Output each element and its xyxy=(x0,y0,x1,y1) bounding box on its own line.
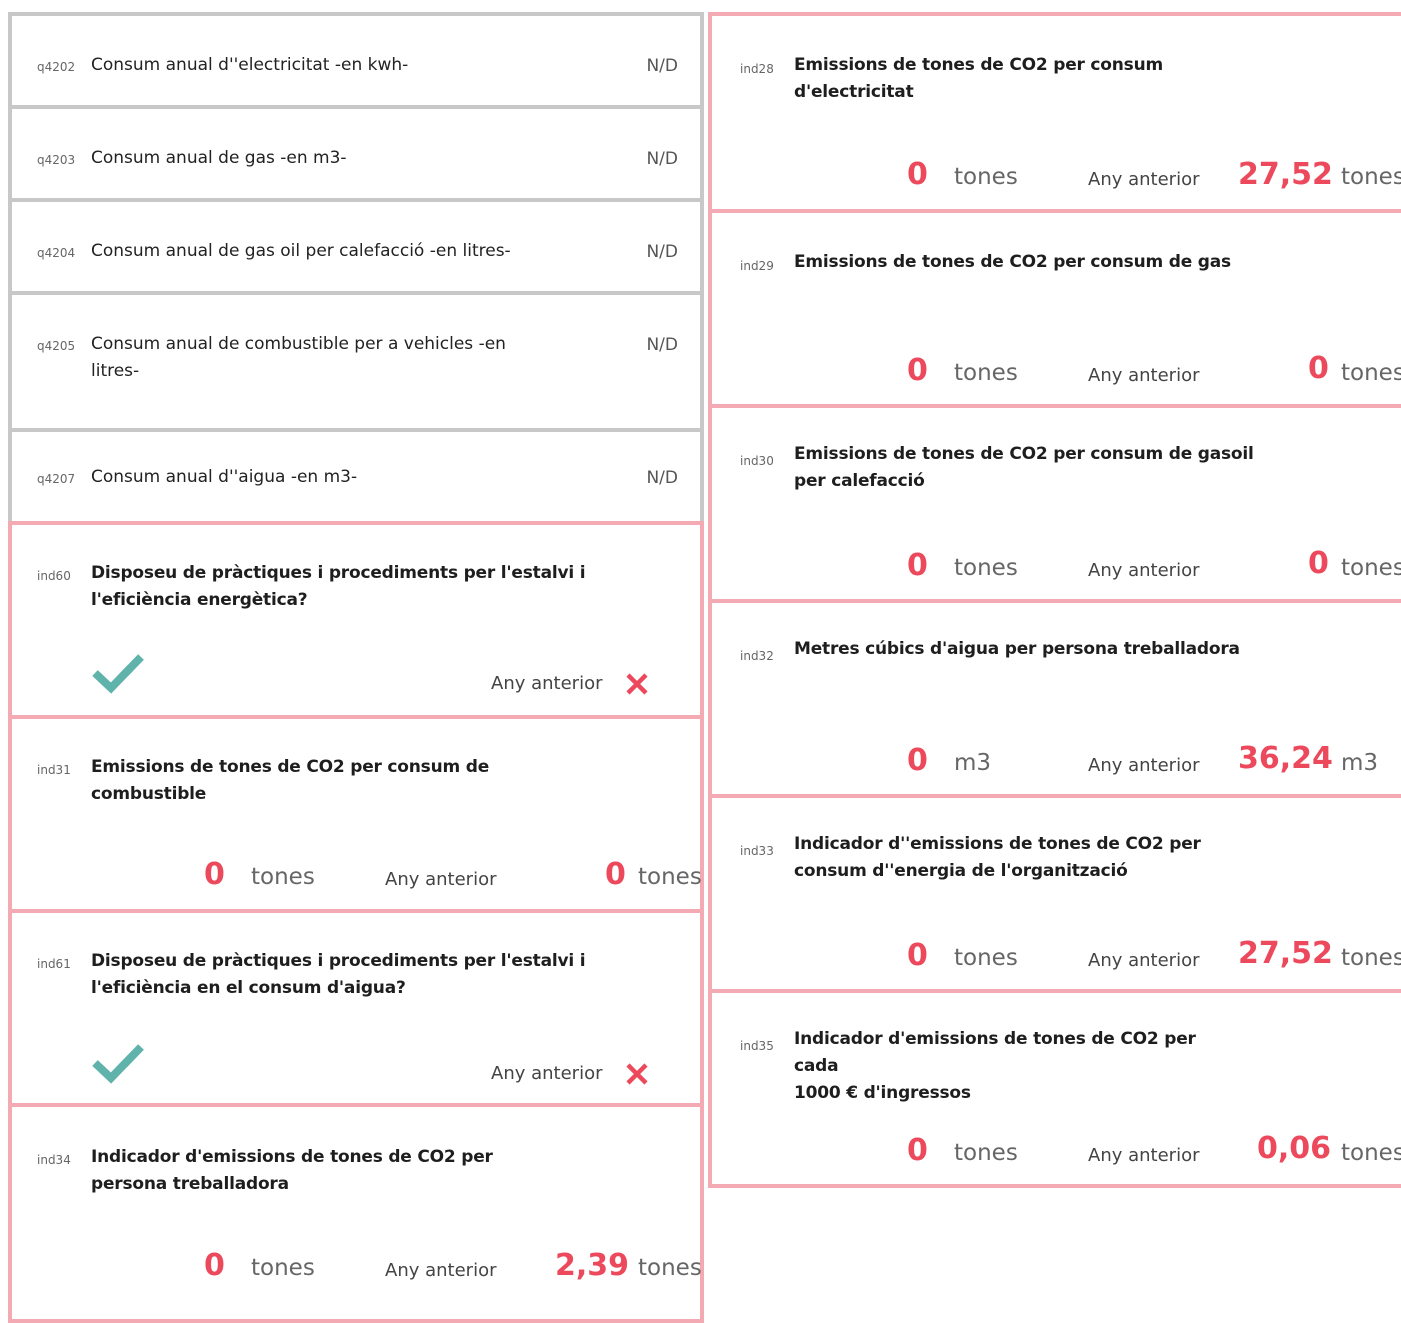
previous-year-label: Any anterior xyxy=(1088,560,1200,581)
current-unit: tones xyxy=(954,945,1018,971)
question-code: q4202 xyxy=(37,60,76,74)
previous-unit: tones xyxy=(1341,360,1401,386)
indicator-code: ind34 xyxy=(37,1153,71,1167)
previous-year-label: Any anterior xyxy=(1088,365,1200,386)
previous-year-label: Any anterior xyxy=(1088,1145,1200,1166)
question-card-q4205: q4205 Consum anual de combustible per a … xyxy=(8,291,704,432)
previous-value: 36,24 xyxy=(1238,741,1333,776)
question-label: Consum anual de combustible per a vehicl… xyxy=(91,334,506,354)
question-label: Consum anual de gas oil per calefacció -… xyxy=(91,241,511,261)
previous-value: 2,39 xyxy=(555,1248,630,1283)
previous-year-label: Any anterior xyxy=(385,869,497,890)
current-value: 0 xyxy=(907,548,928,583)
x-icon xyxy=(625,1062,649,1090)
current-value: 0 xyxy=(907,743,928,778)
indicator-code: ind33 xyxy=(740,844,774,858)
question-label-line2: litres- xyxy=(91,361,140,381)
current-unit: m3 xyxy=(954,750,992,776)
previous-value: 27,52 xyxy=(1238,936,1333,971)
previous-unit: tones xyxy=(1341,555,1401,581)
indicator-title: Disposeu de pràctiques i procediments pe… xyxy=(91,563,586,610)
indicator-card-ind30: ind30 Emissions de tones de CO2 per cons… xyxy=(708,404,1401,603)
indicator-card-ind31: ind31 Emissions de tones de CO2 per cons… xyxy=(8,715,704,913)
current-unit: tones xyxy=(954,164,1018,190)
previous-unit: tones xyxy=(1341,945,1401,971)
question-code: q4205 xyxy=(37,339,76,353)
check-icon xyxy=(90,1041,146,1089)
current-unit: tones xyxy=(954,555,1018,581)
question-code: q4203 xyxy=(37,153,76,167)
x-icon xyxy=(625,672,649,700)
indicator-code: ind35 xyxy=(740,1039,774,1053)
previous-value: 0 xyxy=(1308,546,1329,581)
previous-year-label: Any anterior xyxy=(1088,950,1200,971)
question-value: N/D xyxy=(646,149,678,169)
question-label: Consum anual de gas -en m3- xyxy=(91,148,347,168)
previous-unit: m3 xyxy=(1341,750,1379,776)
previous-unit: tones xyxy=(1341,1140,1401,1166)
indicator-title: Emissions de tones de CO2 per consum de … xyxy=(794,252,1231,272)
indicator-card-ind28: ind28 Emissions de tones de CO2 per cons… xyxy=(708,12,1401,213)
question-value: N/D xyxy=(646,335,678,355)
indicator-card-ind29: ind29 Emissions de tones de CO2 per cons… xyxy=(708,209,1401,408)
previous-year-label: Any anterior xyxy=(1088,755,1200,776)
current-unit: tones xyxy=(251,864,315,890)
indicator-title: Emissions de tones de CO2 per consum de … xyxy=(794,444,1254,491)
indicator-card-ind60: ind60 Disposeu de pràctiques i procedime… xyxy=(8,521,704,719)
current-unit: tones xyxy=(251,1255,315,1281)
indicator-card-ind33: ind33 Indicador d''emissions de tones de… xyxy=(708,794,1401,993)
indicator-card-ind35: ind35 Indicador d'emissions de tones de … xyxy=(708,989,1401,1188)
indicator-card-ind34: ind34 Indicador d'emissions de tones de … xyxy=(8,1103,704,1323)
question-code: q4204 xyxy=(37,246,76,260)
current-value: 0 xyxy=(204,1248,225,1283)
previous-unit: tones xyxy=(638,1255,702,1281)
indicator-title: Metres cúbics d'aigua per persona trebal… xyxy=(794,639,1240,659)
previous-value: 0 xyxy=(1308,351,1329,386)
current-unit: tones xyxy=(954,360,1018,386)
indicator-code: ind31 xyxy=(37,763,71,777)
check-icon xyxy=(90,651,146,699)
question-value: N/D xyxy=(646,242,678,262)
current-value: 0 xyxy=(907,353,928,388)
indicator-code: ind61 xyxy=(37,957,71,971)
question-card-q4207: q4207 Consum anual d''aigua -en m3- N/D xyxy=(8,428,704,525)
indicator-title: Indicador d'emissions de tones de CO2 pe… xyxy=(91,1147,493,1194)
indicator-code: ind60 xyxy=(37,569,71,583)
current-value: 0 xyxy=(907,1133,928,1168)
question-card-q4204: q4204 Consum anual de gas oil per calefa… xyxy=(8,198,704,295)
question-value: N/D xyxy=(646,56,678,76)
previous-unit: tones xyxy=(1341,164,1401,190)
current-value: 0 xyxy=(204,857,225,892)
indicator-card-ind61: ind61 Disposeu de pràctiques i procedime… xyxy=(8,909,704,1107)
previous-value: 0 xyxy=(605,857,626,892)
previous-year-label: Any anterior xyxy=(491,1063,603,1084)
previous-value: 27,52 xyxy=(1238,157,1333,192)
current-value: 0 xyxy=(907,938,928,973)
previous-year-label: Any anterior xyxy=(385,1260,497,1281)
indicator-title: Disposeu de pràctiques i procediments pe… xyxy=(91,951,586,998)
current-unit: tones xyxy=(954,1140,1018,1166)
previous-unit: tones xyxy=(638,864,702,890)
indicator-title: Emissions de tones de CO2 per consum de … xyxy=(91,757,490,804)
question-label: Consum anual d''aigua -en m3- xyxy=(91,467,358,487)
indicator-title: Indicador d'emissions de tones de CO2 pe… xyxy=(794,1029,1196,1103)
current-value: 0 xyxy=(907,157,928,192)
question-code: q4207 xyxy=(37,472,76,486)
previous-value: 0,06 xyxy=(1257,1131,1332,1166)
indicator-code: ind32 xyxy=(740,649,774,663)
indicator-code: ind29 xyxy=(740,259,774,273)
previous-year-label: Any anterior xyxy=(491,673,603,694)
question-value: N/D xyxy=(646,468,678,488)
indicator-title: Emissions de tones de CO2 per consum d'e… xyxy=(794,55,1164,102)
question-card-q4203: q4203 Consum anual de gas -en m3- N/D xyxy=(8,105,704,202)
indicator-card-ind32: ind32 Metres cúbics d'aigua per persona … xyxy=(708,599,1401,798)
indicator-title: Indicador d''emissions de tones de CO2 p… xyxy=(794,834,1201,881)
question-card-q4202: q4202 Consum anual d''electricitat -en k… xyxy=(8,12,704,109)
indicator-code: ind30 xyxy=(740,454,774,468)
previous-year-label: Any anterior xyxy=(1088,169,1200,190)
question-label: Consum anual d''electricitat -en kwh- xyxy=(91,55,409,75)
indicator-code: ind28 xyxy=(740,62,774,76)
